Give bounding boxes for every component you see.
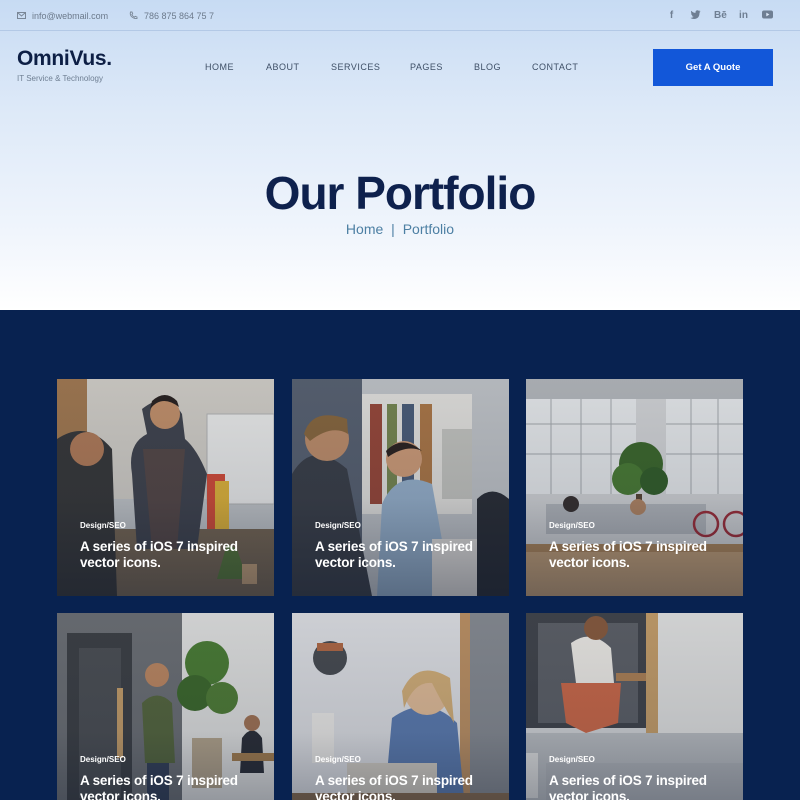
card-title: A series of iOS 7 inspired vector icons. — [80, 773, 238, 800]
nav-item-contact[interactable]: CONTACT — [532, 62, 578, 72]
portfolio-card[interactable]: Design/SEO A series of iOS 7 inspired ve… — [57, 379, 274, 596]
phone-contact[interactable]: 786 875 864 75 7 — [129, 0, 214, 31]
card-title: A series of iOS 7 inspired vector icons. — [549, 773, 707, 800]
linkedin-icon[interactable]: in — [738, 10, 749, 21]
image-overlay — [292, 613, 509, 800]
card-category: Design/SEO — [315, 521, 361, 530]
email-contact[interactable]: info@webmail.com — [17, 0, 108, 31]
nav-item-home[interactable]: HOME — [205, 62, 234, 72]
card-category: Design/SEO — [80, 755, 126, 764]
behance-icon[interactable]: Bē — [714, 10, 727, 21]
card-category: Design/SEO — [549, 755, 595, 764]
breadcrumb-current: Portfolio — [402, 221, 455, 237]
card-title: A series of iOS 7 inspired vector icons. — [80, 539, 238, 570]
envelope-icon — [17, 12, 26, 19]
breadcrumb-separator: | — [391, 221, 395, 237]
social-links: f Bē in — [653, 0, 773, 31]
portfolio-card[interactable]: Design/SEO A series of iOS 7 inspired ve… — [57, 613, 274, 800]
image-overlay — [57, 613, 274, 800]
card-title: A series of iOS 7 inspired vector icons. — [315, 539, 473, 570]
breadcrumb: Home | Portfolio — [0, 221, 800, 237]
portfolio-section: Design/SEO A series of iOS 7 inspired ve… — [0, 310, 800, 800]
card-title: A series of iOS 7 inspired vector icons. — [315, 773, 473, 800]
brand-tagline: IT Service & Technology — [17, 74, 103, 83]
card-category: Design/SEO — [549, 521, 595, 530]
facebook-icon[interactable]: f — [666, 10, 677, 21]
breadcrumb-home[interactable]: Home — [346, 221, 383, 237]
top-bar: info@webmail.com 786 875 864 75 7 f Bē i… — [0, 0, 800, 31]
hero-section: info@webmail.com 786 875 864 75 7 f Bē i… — [0, 0, 800, 310]
get-quote-button[interactable]: Get A Quote — [653, 49, 773, 86]
portfolio-card[interactable]: Design/SEO A series of iOS 7 inspired ve… — [526, 613, 743, 800]
twitter-icon[interactable] — [690, 10, 701, 21]
page-title: Our Portfolio — [264, 167, 537, 219]
portfolio-card[interactable]: Design/SEO A series of iOS 7 inspired ve… — [292, 379, 509, 596]
image-overlay — [526, 613, 743, 800]
youtube-icon[interactable] — [762, 10, 773, 21]
nav-item-pages[interactable]: PAGES — [410, 62, 443, 72]
nav-item-about[interactable]: ABOUT — [266, 62, 300, 72]
nav-item-blog[interactable]: BLOG — [474, 62, 501, 72]
phone-text: 786 875 864 75 7 — [144, 10, 215, 21]
portfolio-card[interactable]: Design/SEO A series of iOS 7 inspired ve… — [292, 613, 509, 800]
card-title: A series of iOS 7 inspired vector icons. — [549, 539, 707, 570]
card-category: Design/SEO — [315, 755, 361, 764]
card-category: Design/SEO — [80, 521, 126, 530]
phone-icon — [129, 11, 138, 20]
nav-item-services[interactable]: SERVICES — [331, 62, 380, 72]
portfolio-card[interactable]: Design/SEO A series of iOS 7 inspired ve… — [526, 379, 743, 596]
email-text: info@webmail.com — [32, 10, 109, 21]
